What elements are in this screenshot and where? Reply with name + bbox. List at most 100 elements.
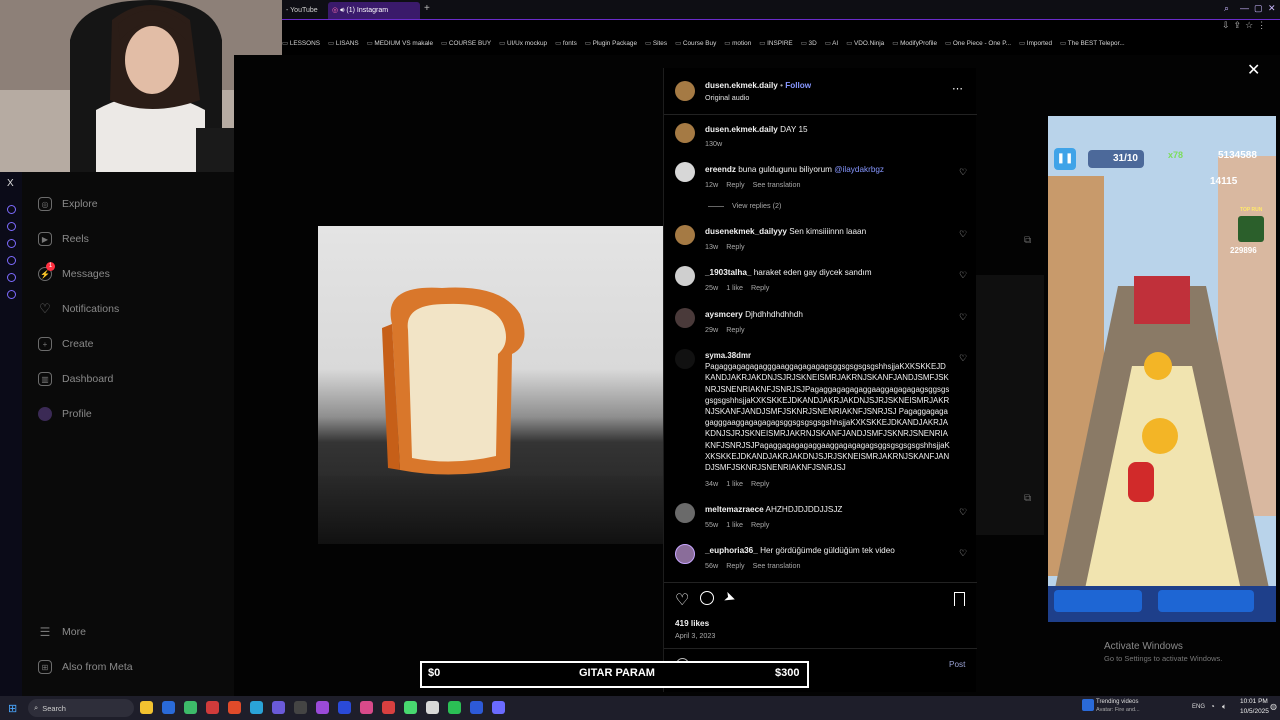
browser-toolbar-icons[interactable]: ⇩⇪☆⋮ (1222, 20, 1270, 31)
reply-button[interactable]: Reply (751, 479, 769, 488)
tab-instagram[interactable]: ◎ 🔊︎ (1) Instagram (328, 2, 420, 19)
sidebar-app-icon[interactable] (7, 256, 16, 265)
comment-avatar[interactable] (675, 544, 695, 564)
chrome-icon[interactable] (228, 701, 241, 714)
bookmark-item[interactable]: fonts (555, 36, 577, 52)
taskbar-search[interactable]: ⌕ Search (28, 699, 134, 717)
sidebar-item-profile[interactable]: Profile (38, 403, 92, 425)
like-heart-icon[interactable]: ♡ (675, 590, 689, 610)
comment-like-icon[interactable]: ♡ (959, 507, 967, 518)
post-button[interactable]: Post (949, 659, 965, 670)
x-logo-icon[interactable]: X (7, 178, 14, 189)
view-replies-button[interactable]: View replies (2) (708, 201, 789, 210)
bookmark-item[interactable]: Imported (1019, 36, 1052, 52)
discord-icon[interactable] (272, 701, 285, 714)
post-media[interactable] (318, 226, 664, 544)
comment-username[interactable]: _euphoria36_ (705, 546, 758, 555)
comment-like-icon[interactable]: ♡ (959, 312, 967, 323)
spotify-icon[interactable] (404, 701, 417, 714)
comment-username[interactable]: dusenekmek_dailyyy (705, 227, 787, 236)
new-tab-button[interactable]: + (424, 3, 430, 14)
comment-avatar[interactable] (675, 308, 695, 328)
bookmark-item[interactable]: Sites (645, 36, 667, 52)
comment-like-icon[interactable]: ♡ (959, 167, 967, 178)
bookmark-item[interactable]: motion (724, 36, 751, 52)
steam-icon[interactable] (470, 701, 483, 714)
comment-avatar[interactable] (675, 349, 695, 369)
comment-username[interactable]: aysmcery (705, 310, 743, 319)
minimize-button[interactable]: — (1240, 3, 1249, 13)
after-effects-icon[interactable] (316, 701, 329, 714)
bookmark-item[interactable]: AI (825, 36, 838, 52)
close-icon[interactable]: ✕ (1247, 60, 1260, 80)
network-icon[interactable]: ◔ (1210, 702, 1215, 711)
maximize-button[interactable]: ▢ (1254, 3, 1263, 14)
language-indicator[interactable]: ENG (1192, 704, 1205, 710)
comment-like-icon[interactable]: ♡ (959, 548, 967, 559)
bookmark-item[interactable]: Plugin Package (585, 36, 637, 52)
file-explorer-icon[interactable] (140, 701, 153, 714)
see-translation-button[interactable]: See translation (753, 561, 801, 570)
reply-button[interactable]: Reply (726, 325, 744, 334)
comment-avatar[interactable] (675, 225, 695, 245)
bookmark-item[interactable]: INSPIRE (759, 36, 793, 52)
bookmark-item[interactable]: LESSONS (282, 36, 320, 52)
sidebar-app-icon[interactable] (7, 239, 16, 248)
author-username[interactable]: dusen.ekmek.daily (705, 81, 778, 90)
adobe-icon[interactable] (206, 701, 219, 714)
volume-icon[interactable]: 🔈︎ (1222, 702, 1227, 712)
likes-count[interactable]: 419 likes (675, 618, 709, 629)
obs-icon[interactable] (360, 701, 373, 714)
sidebar-item-reels[interactable]: ▶ Reels (38, 228, 89, 250)
sidebar-app-icon[interactable] (7, 222, 16, 231)
sidebar-item-more[interactable]: ☰ More (38, 621, 86, 643)
bookmark-item[interactable]: 3D (801, 36, 817, 52)
reply-button[interactable]: Reply (726, 561, 744, 570)
notification-bell-icon[interactable]: ◍ (1270, 702, 1277, 711)
twitch-icon[interactable] (492, 701, 505, 714)
sidebar-item-create[interactable]: + Create (38, 333, 94, 355)
comment-likes[interactable]: 1 like (726, 479, 743, 488)
comment-likes[interactable]: 1 like (726, 283, 743, 292)
comment-avatar[interactable] (675, 266, 695, 286)
sidebar-app-icon[interactable] (7, 290, 16, 299)
comment-likes[interactable]: 1 like (726, 520, 743, 529)
bookmark-item[interactable]: Course Buy (675, 36, 716, 52)
pause-icon[interactable]: ❚❚ (1054, 148, 1076, 170)
bookmark-item[interactable]: ModifyProfile (892, 36, 937, 52)
reply-button[interactable]: Reply (751, 283, 769, 292)
whatsapp-icon[interactable] (448, 701, 461, 714)
author-avatar[interactable] (675, 81, 695, 101)
clock-date[interactable]: 10/5/2025 (1240, 708, 1269, 715)
share-paper-plane-icon[interactable]: ➤ (721, 588, 738, 608)
sidebar-item-also-from-meta[interactable]: ⊞ Also from Meta (38, 656, 133, 678)
comment-like-icon[interactable]: ♡ (959, 229, 967, 240)
caption-avatar[interactable] (675, 123, 695, 143)
audio-link[interactable]: Original audio (705, 93, 749, 102)
news-title[interactable]: Trending videos (1096, 699, 1138, 705)
comment-username[interactable]: _1903talha_ (705, 268, 751, 277)
reply-button[interactable]: Reply (726, 242, 744, 251)
comment-bubble-icon[interactable] (700, 591, 714, 605)
opera-icon[interactable] (382, 701, 395, 714)
search-tabs-icon[interactable]: ⌕ (1224, 3, 1229, 14)
windows-start-icon[interactable]: ⊞ (8, 702, 17, 715)
clock-time[interactable]: 10:01 PM (1240, 698, 1268, 705)
more-options-icon[interactable]: ⋯ (952, 82, 963, 95)
sidebar-item-notifications[interactable]: ♡ Notifications (38, 298, 119, 320)
photoshop-icon[interactable] (250, 701, 263, 714)
bookmark-item[interactable]: MEDIUM VS makale (367, 36, 433, 52)
comment-username[interactable]: meltemazraece (705, 505, 764, 514)
close-window-button[interactable]: ✕ (1268, 3, 1276, 14)
comment-avatar[interactable] (675, 503, 695, 523)
store-icon[interactable] (184, 701, 197, 714)
premiere-icon[interactable] (338, 701, 351, 714)
bookmark-item[interactable]: The BEST Telepor... (1060, 36, 1125, 52)
vscode-icon[interactable] (426, 701, 439, 714)
bookmark-item[interactable]: One Piece - One P... (945, 36, 1011, 52)
reply-button[interactable]: Reply (726, 180, 744, 189)
sidebar-item-explore[interactable]: ◎ Explore (38, 193, 98, 215)
comment-username[interactable]: syma.38dmr (705, 351, 751, 360)
comment-username[interactable]: ereendz (705, 165, 736, 174)
comment-like-icon[interactable]: ♡ (959, 353, 967, 364)
